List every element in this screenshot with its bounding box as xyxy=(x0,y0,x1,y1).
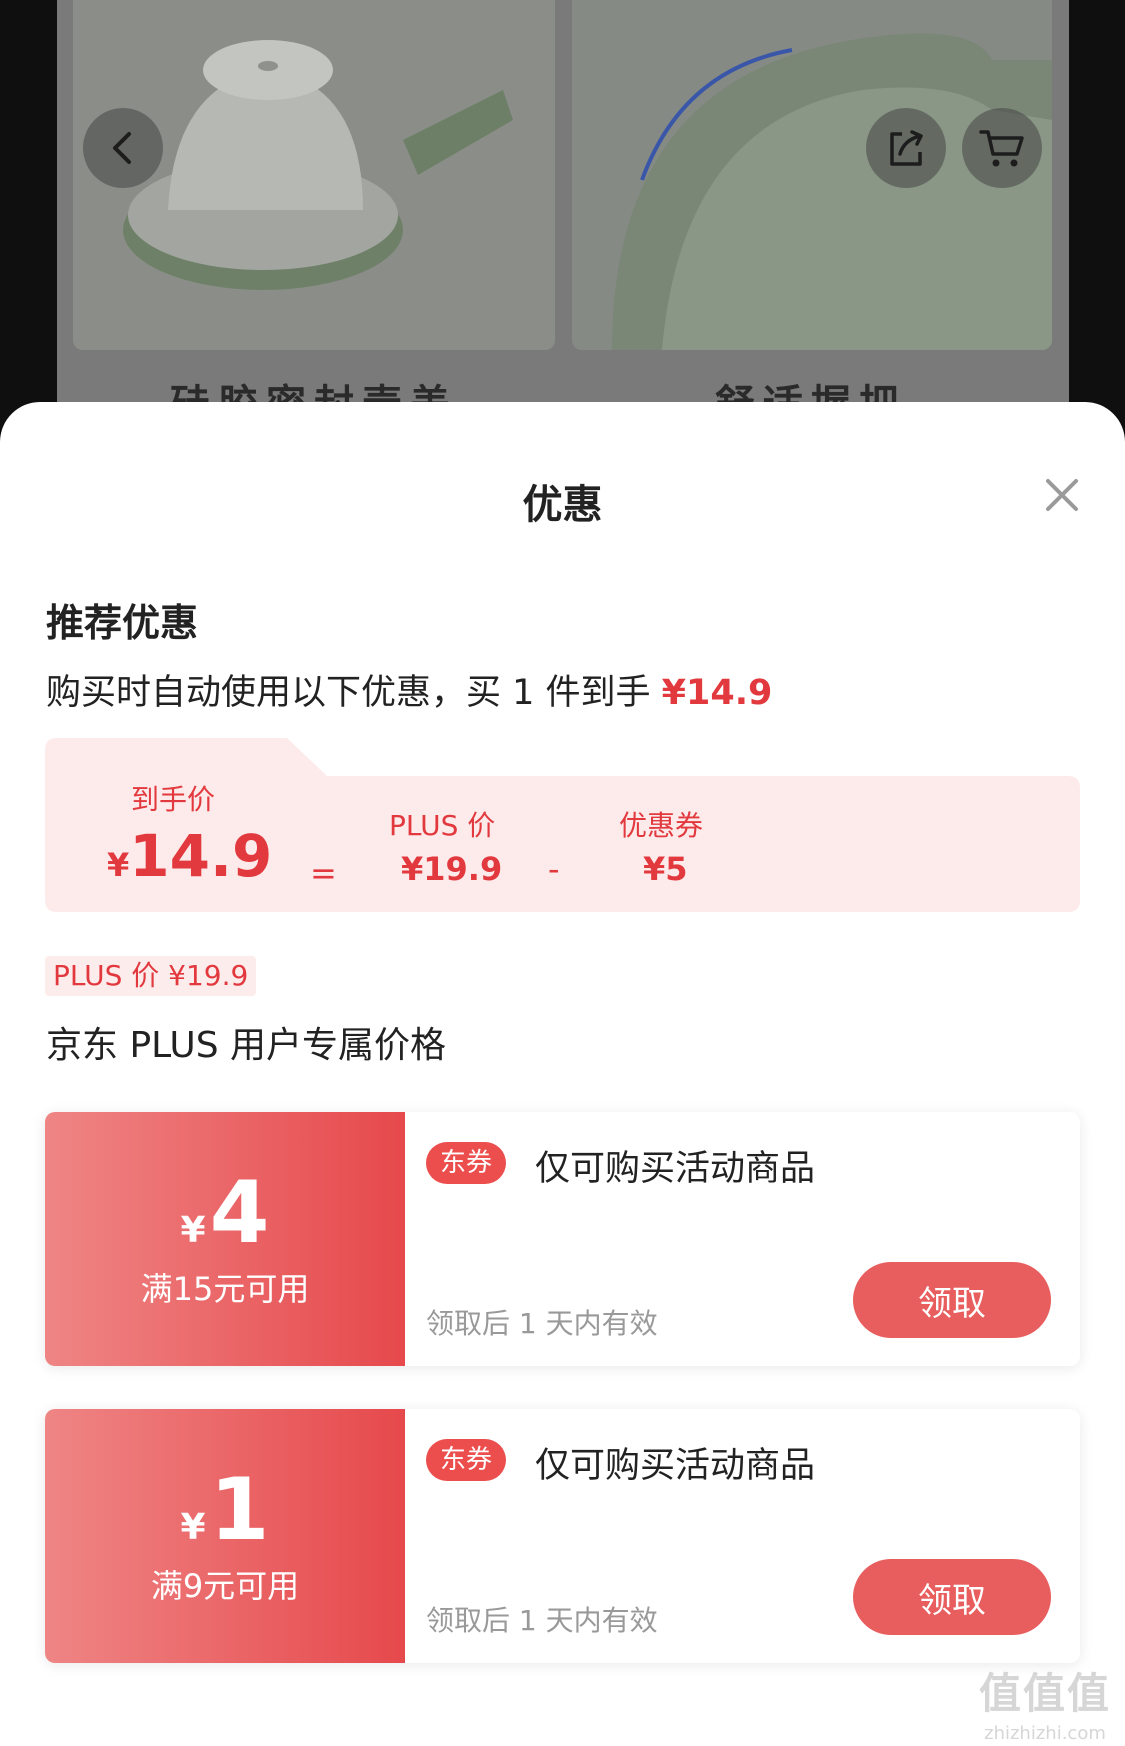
coupon-amount-number: 1 xyxy=(209,1460,270,1560)
product-page-background: 硅胶密封壶盖 舒适握把 xyxy=(0,0,1125,430)
coupon-title: 仅可购买活动商品 xyxy=(535,1446,816,1486)
plus-price-label: PLUS 价 xyxy=(389,809,496,842)
coupon-amount: ¥4 xyxy=(45,1170,405,1274)
coupon-validity: 领取后 1 天内有效 xyxy=(426,1604,658,1637)
back-icon xyxy=(113,132,131,164)
equals-sign: = xyxy=(310,854,337,892)
coupon-title: 仅可购买活动商品 xyxy=(535,1149,816,1189)
coupon-validity: 领取后 1 天内有效 xyxy=(426,1307,658,1340)
coupon-amount-number: 4 xyxy=(209,1163,270,1263)
coupon-discount-value: ¥5 xyxy=(643,850,688,888)
recommend-price: ¥14.9 xyxy=(661,673,773,713)
back-button[interactable] xyxy=(83,108,163,188)
coupon-value-panel: ¥4 满15元可用 xyxy=(45,1112,405,1366)
coupon-type-badge: 东券 xyxy=(426,1439,507,1481)
close-button[interactable] xyxy=(1044,477,1080,513)
coupon-card: ¥1 满9元可用 东券 仅可购买活动商品 领取后 1 天内有效 领取 xyxy=(45,1409,1080,1663)
coupon-condition: 满15元可用 xyxy=(140,1270,310,1308)
price-breakdown: 到手价 ¥14.9 = PLUS 价 ¥19.9 - 优惠券 ¥5 xyxy=(45,738,1080,912)
final-price-yen: ¥ xyxy=(107,846,130,884)
claim-coupon-button[interactable]: 领取 xyxy=(853,1262,1051,1338)
discount-sheet: 优惠 推荐优惠 购买时自动使用以下优惠，买 1 件到手 ¥14.9 到手价 ¥1… xyxy=(0,402,1125,1746)
recommend-title: 推荐优惠 xyxy=(46,601,199,645)
recommend-desc-text: 购买时自动使用以下优惠，买 1 件到手 xyxy=(46,673,662,713)
coupon-yen: ¥ xyxy=(180,1507,206,1548)
plus-price-value: ¥19.9 xyxy=(401,850,503,888)
coupon-type-badge: 东券 xyxy=(426,1142,507,1184)
share-icon xyxy=(890,130,923,166)
close-icon xyxy=(1046,479,1078,511)
final-price-number: 14.9 xyxy=(129,822,273,890)
watermark: 值值值 zhizhizhi.com xyxy=(970,1660,1120,1744)
coupon-value-panel: ¥1 满9元可用 xyxy=(45,1409,405,1663)
minus-sign: - xyxy=(548,850,560,888)
coupon-card: ¥4 满15元可用 东券 仅可购买活动商品 领取后 1 天内有效 领取 xyxy=(45,1112,1080,1366)
watermark-logo: 值值值 xyxy=(978,1669,1111,1718)
coupon-condition: 满9元可用 xyxy=(150,1567,300,1605)
final-price-label: 到手价 xyxy=(131,783,216,816)
sheet-title: 优惠 xyxy=(522,482,603,528)
final-price-value: ¥14.9 xyxy=(107,822,272,890)
cart-button[interactable] xyxy=(962,108,1042,188)
share-button[interactable] xyxy=(866,108,946,188)
recommend-desc: 购买时自动使用以下优惠，买 1 件到手 ¥14.9 xyxy=(46,664,772,715)
plus-price-tag: PLUS 价 ¥19.9 xyxy=(45,956,257,996)
claim-coupon-button[interactable]: 领取 xyxy=(853,1559,1051,1635)
watermark-url: zhizhizhi.com xyxy=(984,1723,1106,1744)
coupon-discount-label: 优惠券 xyxy=(619,809,704,842)
plus-price-desc: 京东 PLUS 用户专属价格 xyxy=(46,1025,447,1066)
cart-icon xyxy=(979,130,1024,167)
coupon-yen: ¥ xyxy=(180,1210,206,1251)
coupon-amount: ¥1 xyxy=(45,1467,405,1571)
